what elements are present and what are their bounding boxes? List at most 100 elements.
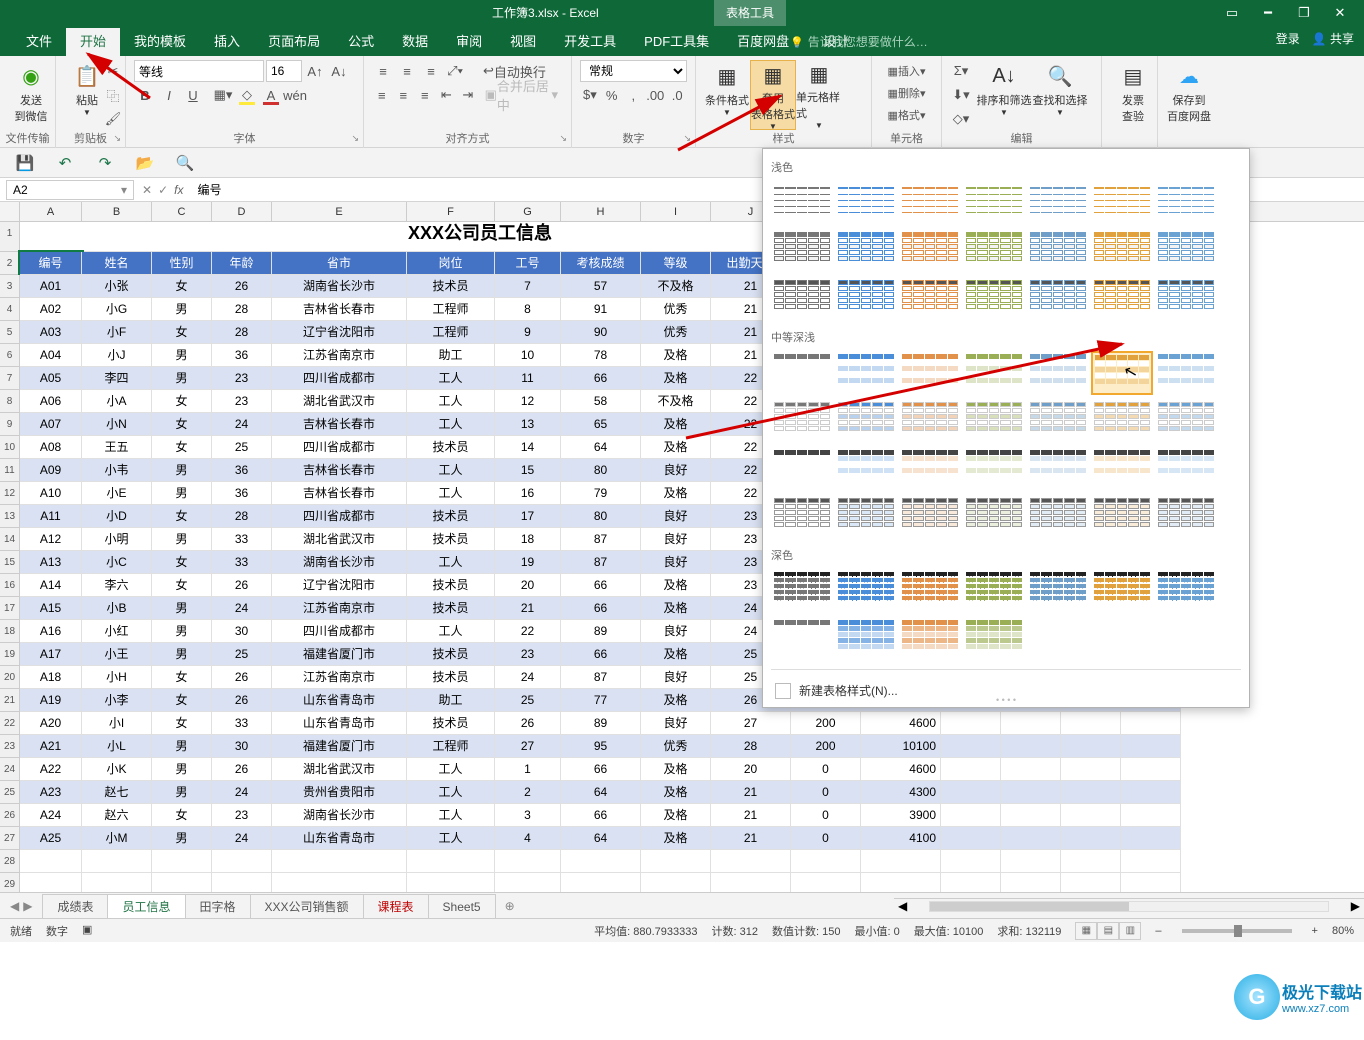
format-cells-button[interactable]: ▦ 格式 ▾	[880, 104, 933, 126]
table-row-cell[interactable]: 女	[152, 689, 212, 712]
column-header-cell[interactable]: 考核成绩	[561, 252, 641, 275]
table-row-cell[interactable]: 工人	[407, 482, 495, 505]
table-row-cell[interactable]: 80	[561, 505, 641, 528]
sheet-tab-3[interactable]: 田字格	[185, 894, 251, 918]
table-row-cell[interactable]	[1001, 758, 1061, 781]
table-row-cell[interactable]: 26	[212, 689, 272, 712]
table-row-cell[interactable]	[941, 712, 1001, 735]
table-row-cell[interactable]: 25	[495, 689, 561, 712]
table-row-cell[interactable]: A21	[20, 735, 82, 758]
table-row-cell[interactable]: A12	[20, 528, 82, 551]
table-row-cell[interactable]: A14	[20, 574, 82, 597]
table-row-cell[interactable]: A02	[20, 298, 82, 321]
table-row-cell[interactable]: 男	[152, 597, 212, 620]
table-style-option[interactable]	[963, 229, 1025, 273]
table-row-cell[interactable]: 辽宁省沈阳市	[272, 574, 407, 597]
column-header-cell[interactable]: 岗位	[407, 252, 495, 275]
table-row-cell[interactable]: 四川省成都市	[272, 367, 407, 390]
empty-cell[interactable]	[212, 850, 272, 873]
table-row-cell[interactable]: 及格	[641, 344, 711, 367]
bold-button[interactable]: B	[134, 84, 156, 106]
table-row-cell[interactable]: 良好	[641, 620, 711, 643]
table-row-cell[interactable]: 91	[561, 298, 641, 321]
table-row-cell[interactable]: 及格	[641, 689, 711, 712]
table-style-option[interactable]	[899, 277, 961, 321]
table-row-cell[interactable]: 26	[212, 574, 272, 597]
table-row-cell[interactable]	[941, 804, 1001, 827]
table-row-cell[interactable]: 30	[212, 735, 272, 758]
table-row-cell[interactable]: 山东省青岛市	[272, 689, 407, 712]
conditional-format-button[interactable]: ▦条件格式▼	[704, 60, 750, 130]
table-row-cell[interactable]: 36	[212, 482, 272, 505]
col-header-E[interactable]: E	[272, 202, 407, 221]
table-style-option[interactable]	[835, 351, 897, 395]
table-row-cell[interactable]: 湖南省长沙市	[272, 551, 407, 574]
table-row-cell[interactable]: 33	[212, 712, 272, 735]
column-header-cell[interactable]: 省市	[272, 252, 407, 275]
table-style-option[interactable]	[899, 351, 961, 395]
table-style-option[interactable]	[1091, 181, 1153, 225]
number-format-select[interactable]: 常规	[580, 60, 687, 82]
table-row-cell[interactable]: 21	[495, 597, 561, 620]
table-row-cell[interactable]: 10	[495, 344, 561, 367]
table-row-cell[interactable]: 87	[561, 528, 641, 551]
format-as-table-button[interactable]: ▦套用 表格格式▼	[750, 60, 796, 130]
table-row-cell[interactable]: 良好	[641, 666, 711, 689]
table-style-option[interactable]	[1155, 351, 1217, 395]
table-row-cell[interactable]: 山东省青岛市	[272, 827, 407, 850]
phonetic-button[interactable]: wén	[284, 84, 306, 106]
sheet-nav-right[interactable]: ▶	[23, 899, 32, 913]
table-row-cell[interactable]: 80	[561, 459, 641, 482]
col-header-H[interactable]: H	[561, 202, 641, 221]
table-row-cell[interactable]: 23	[495, 643, 561, 666]
sheet-tab-4[interactable]: XXX公司销售额	[250, 894, 364, 918]
row-header[interactable]: 27	[0, 827, 20, 850]
sheet-tab-5[interactable]: 课程表	[363, 894, 429, 918]
empty-cell[interactable]	[641, 850, 711, 873]
table-style-option[interactable]	[1155, 277, 1217, 321]
table-row-cell[interactable]: 男	[152, 758, 212, 781]
table-row-cell[interactable]: 工人	[407, 459, 495, 482]
table-style-option[interactable]	[1155, 229, 1217, 273]
table-row-cell[interactable]: 7	[495, 275, 561, 298]
table-style-option[interactable]	[899, 229, 961, 273]
table-row-cell[interactable]: 30	[212, 620, 272, 643]
table-style-option[interactable]	[1155, 399, 1217, 443]
table-row-cell[interactable]: 90	[561, 321, 641, 344]
table-style-option[interactable]	[1155, 447, 1217, 491]
table-row-cell[interactable]: 及格	[641, 482, 711, 505]
table-row-cell[interactable]: 工人	[407, 390, 495, 413]
row-header[interactable]: 29	[0, 873, 20, 892]
table-style-option[interactable]	[1155, 181, 1217, 225]
close-icon[interactable]: ✕	[1322, 0, 1358, 26]
row-header[interactable]: 24	[0, 758, 20, 781]
table-row-cell[interactable]: 21	[711, 804, 791, 827]
tab-formulas[interactable]: 公式	[334, 28, 388, 56]
empty-cell[interactable]	[711, 873, 791, 892]
gallery-resize-handle[interactable]: • • • •	[996, 695, 1016, 705]
table-row-cell[interactable]: 小I	[82, 712, 152, 735]
table-style-option[interactable]	[899, 447, 961, 491]
table-row-cell[interactable]: 0	[791, 758, 861, 781]
table-row-cell[interactable]	[1061, 758, 1121, 781]
table-row-cell[interactable]: 吉林省长春市	[272, 459, 407, 482]
table-row-cell[interactable]	[1121, 781, 1181, 804]
table-row-cell[interactable]: 小张	[82, 275, 152, 298]
table-row-cell[interactable]: 78	[561, 344, 641, 367]
empty-cell[interactable]	[791, 850, 861, 873]
tab-developer[interactable]: 开发工具	[550, 28, 630, 56]
table-style-option[interactable]	[835, 447, 897, 491]
table-row-cell[interactable]: 26	[212, 666, 272, 689]
table-row-cell[interactable]: A16	[20, 620, 82, 643]
table-row-cell[interactable]: A25	[20, 827, 82, 850]
table-row-cell[interactable]: 16	[495, 482, 561, 505]
table-style-option[interactable]	[771, 399, 833, 443]
table-row-cell[interactable]: 9	[495, 321, 561, 344]
align-left-button[interactable]: ≡	[372, 84, 392, 106]
share-button[interactable]: 👤 共享	[1312, 30, 1354, 47]
table-row-cell[interactable]: 0	[791, 781, 861, 804]
table-style-option[interactable]	[899, 399, 961, 443]
table-row-cell[interactable]: 男	[152, 482, 212, 505]
table-row-cell[interactable]: 33	[212, 528, 272, 551]
table-row-cell[interactable]: 4300	[861, 781, 941, 804]
